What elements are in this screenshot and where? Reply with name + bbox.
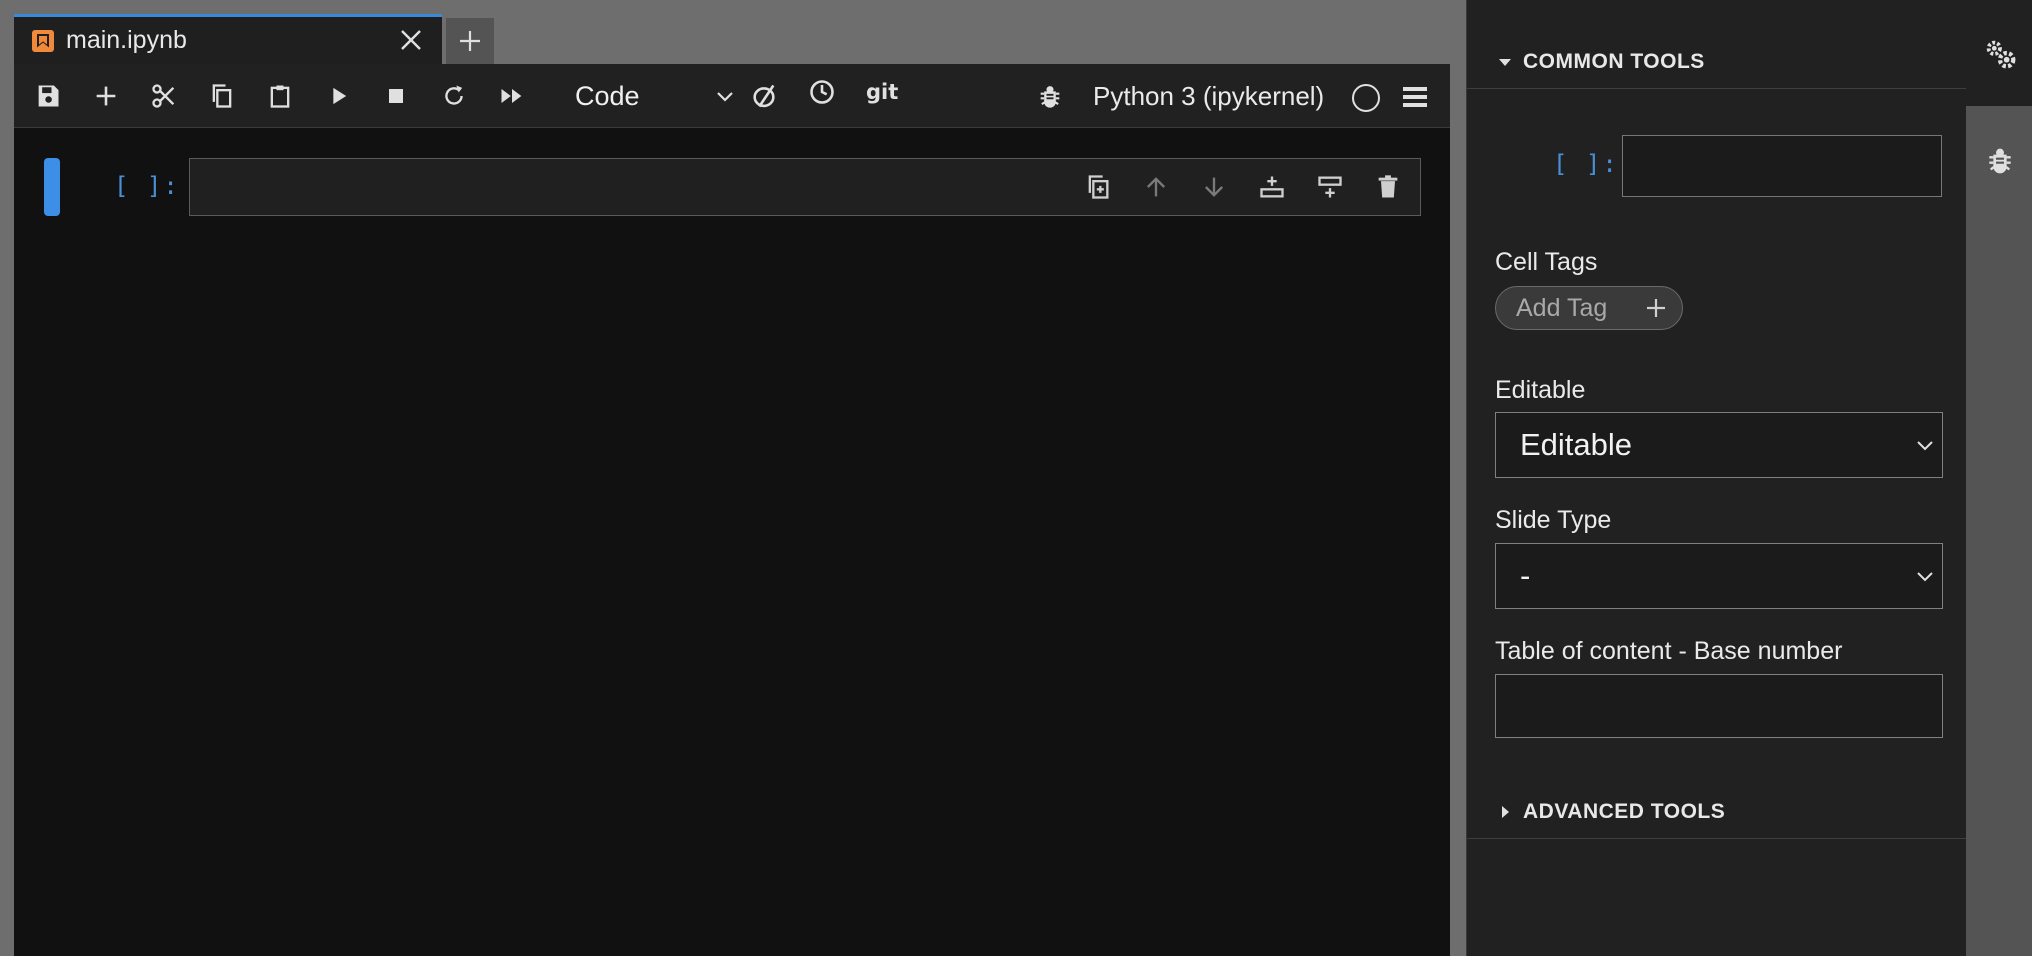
notebook-panel: main.ipynb Code git Python 3 (ipykernel)… <box>14 0 1450 956</box>
cell-tags-label: Cell Tags <box>1495 248 1598 276</box>
chevron-down-icon <box>1914 434 1936 456</box>
advanced-tools-header[interactable]: ADVANCED TOOLS <box>1497 800 1725 824</box>
run-icon[interactable] <box>322 80 354 112</box>
cell-type-select[interactable]: Code <box>559 76 739 116</box>
toc-base-number-label: Table of content - Base number <box>1495 637 1843 665</box>
slide-type-label: Slide Type <box>1495 506 1612 534</box>
editable-value: Editable <box>1520 427 1633 462</box>
add-tag-button[interactable]: Add Tag <box>1495 286 1683 330</box>
menu-icon[interactable] <box>1402 84 1428 110</box>
add-cell-icon[interactable] <box>90 80 122 112</box>
cell-type-value: Code <box>575 80 640 111</box>
delete-cell-icon[interactable] <box>1372 171 1404 203</box>
restart-icon[interactable] <box>438 80 470 112</box>
duplicate-cell-icon[interactable] <box>1082 171 1114 203</box>
run-all-icon[interactable] <box>496 80 528 112</box>
debugger-icon[interactable] <box>1034 80 1066 112</box>
git-icon[interactable]: git <box>866 80 898 104</box>
gears-icon <box>1986 40 2016 69</box>
divider <box>1467 838 1967 839</box>
stop-icon[interactable] <box>380 80 412 112</box>
property-inspector: COMMON TOOLS [ ]: Cell Tags Add Tag Edit… <box>1466 0 1967 956</box>
notebook-icon <box>32 29 54 52</box>
editable-select[interactable]: Editable <box>1495 412 1943 478</box>
plus-icon <box>460 31 480 51</box>
paste-icon[interactable] <box>264 80 296 112</box>
editable-label: Editable <box>1495 376 1586 404</box>
save-icon[interactable] <box>32 80 64 112</box>
tab-bar: main.ipynb <box>14 14 1450 64</box>
close-icon[interactable] <box>398 27 424 53</box>
add-tag-label: Add Tag <box>1516 293 1608 322</box>
kernel-idle-icon <box>1352 84 1380 112</box>
notebook-content: [ ]: <box>14 128 1450 956</box>
common-tools-header[interactable]: COMMON TOOLS <box>1497 50 1705 74</box>
inspector-prompt: [ ]: <box>1553 150 1619 178</box>
active-cell-marker <box>44 158 60 216</box>
cell-prompt: [ ]: <box>114 172 180 200</box>
debugger-tab-icon[interactable] <box>1980 140 2020 180</box>
right-sidebar <box>1966 0 2032 956</box>
slide-type-value: - <box>1520 558 1531 593</box>
slide-type-select[interactable]: - <box>1495 543 1943 609</box>
common-tools-label: COMMON TOOLS <box>1523 50 1705 73</box>
plus-icon <box>1644 296 1668 320</box>
kernel-status-icon[interactable] <box>748 80 780 112</box>
caret-down-icon <box>1499 59 1511 66</box>
toc-base-number-input[interactable] <box>1495 674 1943 738</box>
tab-main-ipynb[interactable]: main.ipynb <box>14 14 442 64</box>
move-down-icon[interactable] <box>1198 171 1230 203</box>
copy-icon[interactable] <box>206 80 238 112</box>
kernel-name[interactable]: Python 3 (ipykernel) <box>1093 81 1324 112</box>
caret-right-icon <box>1502 806 1509 818</box>
code-cell-input[interactable] <box>189 158 1421 216</box>
divider <box>1467 88 1967 89</box>
cell-preview <box>1622 135 1942 197</box>
notebook-toolbar: Code git Python 3 (ipykernel) <box>14 64 1450 128</box>
chevron-down-icon <box>713 84 737 108</box>
move-up-icon[interactable] <box>1140 171 1172 203</box>
new-tab-button[interactable] <box>446 18 494 64</box>
advanced-tools-label: ADVANCED TOOLS <box>1523 800 1726 823</box>
sidebar-active-region <box>1966 106 2032 956</box>
insert-above-icon[interactable] <box>1256 171 1288 203</box>
history-icon[interactable] <box>806 76 838 108</box>
tab-title: main.ipynb <box>66 26 187 54</box>
insert-below-icon[interactable] <box>1314 171 1346 203</box>
cut-icon[interactable] <box>148 80 180 112</box>
bug-icon <box>1989 148 2011 174</box>
chevron-down-icon <box>1914 565 1936 587</box>
property-inspector-tab-icon[interactable] <box>1980 34 2020 74</box>
